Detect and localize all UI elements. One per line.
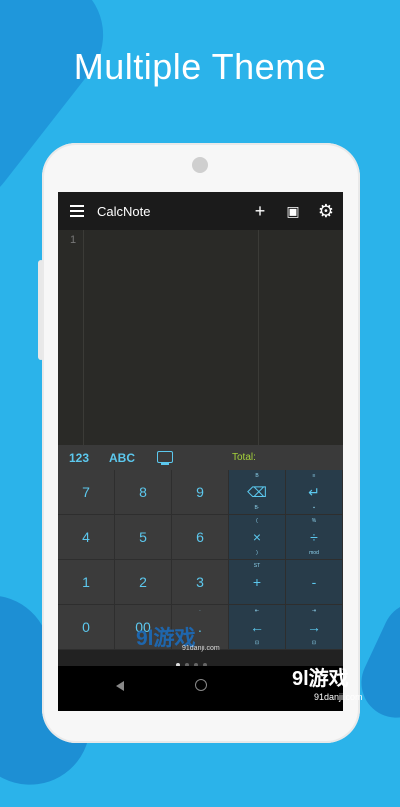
nav-home-icon[interactable]: [195, 679, 207, 691]
key-label: .: [198, 619, 202, 635]
key-2-0[interactable]: 1: [58, 560, 115, 605]
key-secondary-label: %: [311, 518, 317, 524]
phone-camera: [192, 157, 208, 173]
key-label: 5: [139, 529, 147, 545]
key-0-1[interactable]: 8: [115, 470, 172, 515]
key-label: 6: [196, 529, 204, 545]
key-2-2[interactable]: 3: [172, 560, 229, 605]
key-secondary-label: ⇥: [311, 608, 317, 614]
watermark-url: 91danji.com: [182, 645, 220, 652]
key-secondary-label: ⊡: [311, 640, 317, 646]
key-3-0[interactable]: 0: [58, 605, 115, 650]
key-label: +: [252, 574, 262, 590]
add-button[interactable]: +: [251, 202, 269, 220]
total-label: Total:: [232, 452, 256, 463]
key-label: ←: [250, 619, 264, 635]
watermark-logo: 9l游戏: [292, 668, 349, 690]
new-folder-button[interactable]: ▣: [284, 202, 302, 220]
key-secondary-label: ⊡: [254, 640, 260, 646]
key-2-4[interactable]: -: [286, 560, 343, 605]
key-secondary-label: (: [256, 518, 258, 524]
key-label: 4: [82, 529, 90, 545]
key-secondary-label: ): [256, 550, 258, 556]
key-3-4[interactable]: → ⇥ ⊡: [286, 605, 343, 650]
phone-screen: CalcNote + ▣ ⚙ 1 123 ABC Total: 7 8 9 ⌫ B B· ↵…: [58, 192, 343, 711]
key-secondary-label: ST: [253, 563, 261, 569]
line-gutter: 1: [58, 230, 84, 445]
key-secondary-label: mod: [309, 550, 319, 556]
result-column-divider: [258, 230, 259, 445]
settings-button[interactable]: ⚙: [317, 202, 335, 220]
key-1-0[interactable]: 4: [58, 515, 115, 560]
key-secondary-label: B: [255, 473, 259, 479]
key-label: ÷: [310, 529, 318, 545]
key-label: 9: [196, 484, 204, 500]
gear-icon: ⚙: [317, 201, 335, 221]
key-secondary-label: ·: [199, 608, 201, 614]
hamburger-menu-icon[interactable]: [70, 205, 84, 217]
watermark-url: 91danji.com: [314, 692, 363, 702]
key-label: ↵: [308, 483, 320, 500]
key-3-3[interactable]: ← ⇤ ⊡: [229, 605, 286, 650]
plus-icon: +: [254, 201, 266, 221]
key-1-3[interactable]: × (): [229, 515, 286, 560]
tab-letters[interactable]: ABC: [109, 451, 135, 465]
key-0-0[interactable]: 7: [58, 470, 115, 515]
key-2-1[interactable]: 2: [115, 560, 172, 605]
line-number: 1: [70, 234, 77, 246]
key-0-4[interactable]: ↵ ≡ ▪: [286, 470, 343, 515]
key-label: 3: [196, 574, 204, 590]
key-0-2[interactable]: 9: [172, 470, 229, 515]
key-label: 0: [82, 619, 90, 635]
key-secondary-label: ⇤: [254, 608, 260, 614]
promo-headline: Multiple Theme: [73, 46, 327, 87]
key-secondary-label: ▪: [313, 505, 315, 511]
note-editor[interactable]: 1: [58, 230, 343, 445]
key-label: ⌫: [247, 483, 267, 500]
key-label: 2: [139, 574, 147, 590]
key-1-4[interactable]: ÷% mod: [286, 515, 343, 560]
folder-plus-icon: ▣: [286, 203, 300, 219]
key-1-2[interactable]: 6: [172, 515, 229, 560]
key-secondary-label: ≡: [312, 473, 316, 479]
key-2-3[interactable]: + ST: [229, 560, 286, 605]
tab-numbers[interactable]: 123: [69, 451, 89, 465]
key-label: -: [311, 574, 317, 590]
key-0-3[interactable]: ⌫ B B·: [229, 470, 286, 515]
key-label: →: [307, 619, 321, 635]
keyboard-bar: 123 ABC Total:: [58, 445, 343, 470]
key-label: 7: [82, 484, 90, 500]
app-title: CalcNote: [97, 204, 151, 219]
app-toolbar: CalcNote + ▣ ⚙: [58, 192, 343, 230]
keyboard-icon[interactable]: [157, 451, 173, 465]
key-1-1[interactable]: 5: [115, 515, 172, 560]
key-label: 8: [139, 484, 147, 500]
calculator-keypad: 7 8 9 ⌫ B B· ↵ ≡ ▪ 4 5 6 ×() ÷% mod 1 2 3 + ST -0 00. · ← ⇤ ⊡ → ⇥ ⊡: [58, 470, 343, 652]
nav-back-icon[interactable]: [116, 681, 124, 691]
key-label: ×: [252, 529, 262, 545]
key-secondary-label: B·: [254, 505, 260, 511]
key-label: 1: [82, 574, 90, 590]
